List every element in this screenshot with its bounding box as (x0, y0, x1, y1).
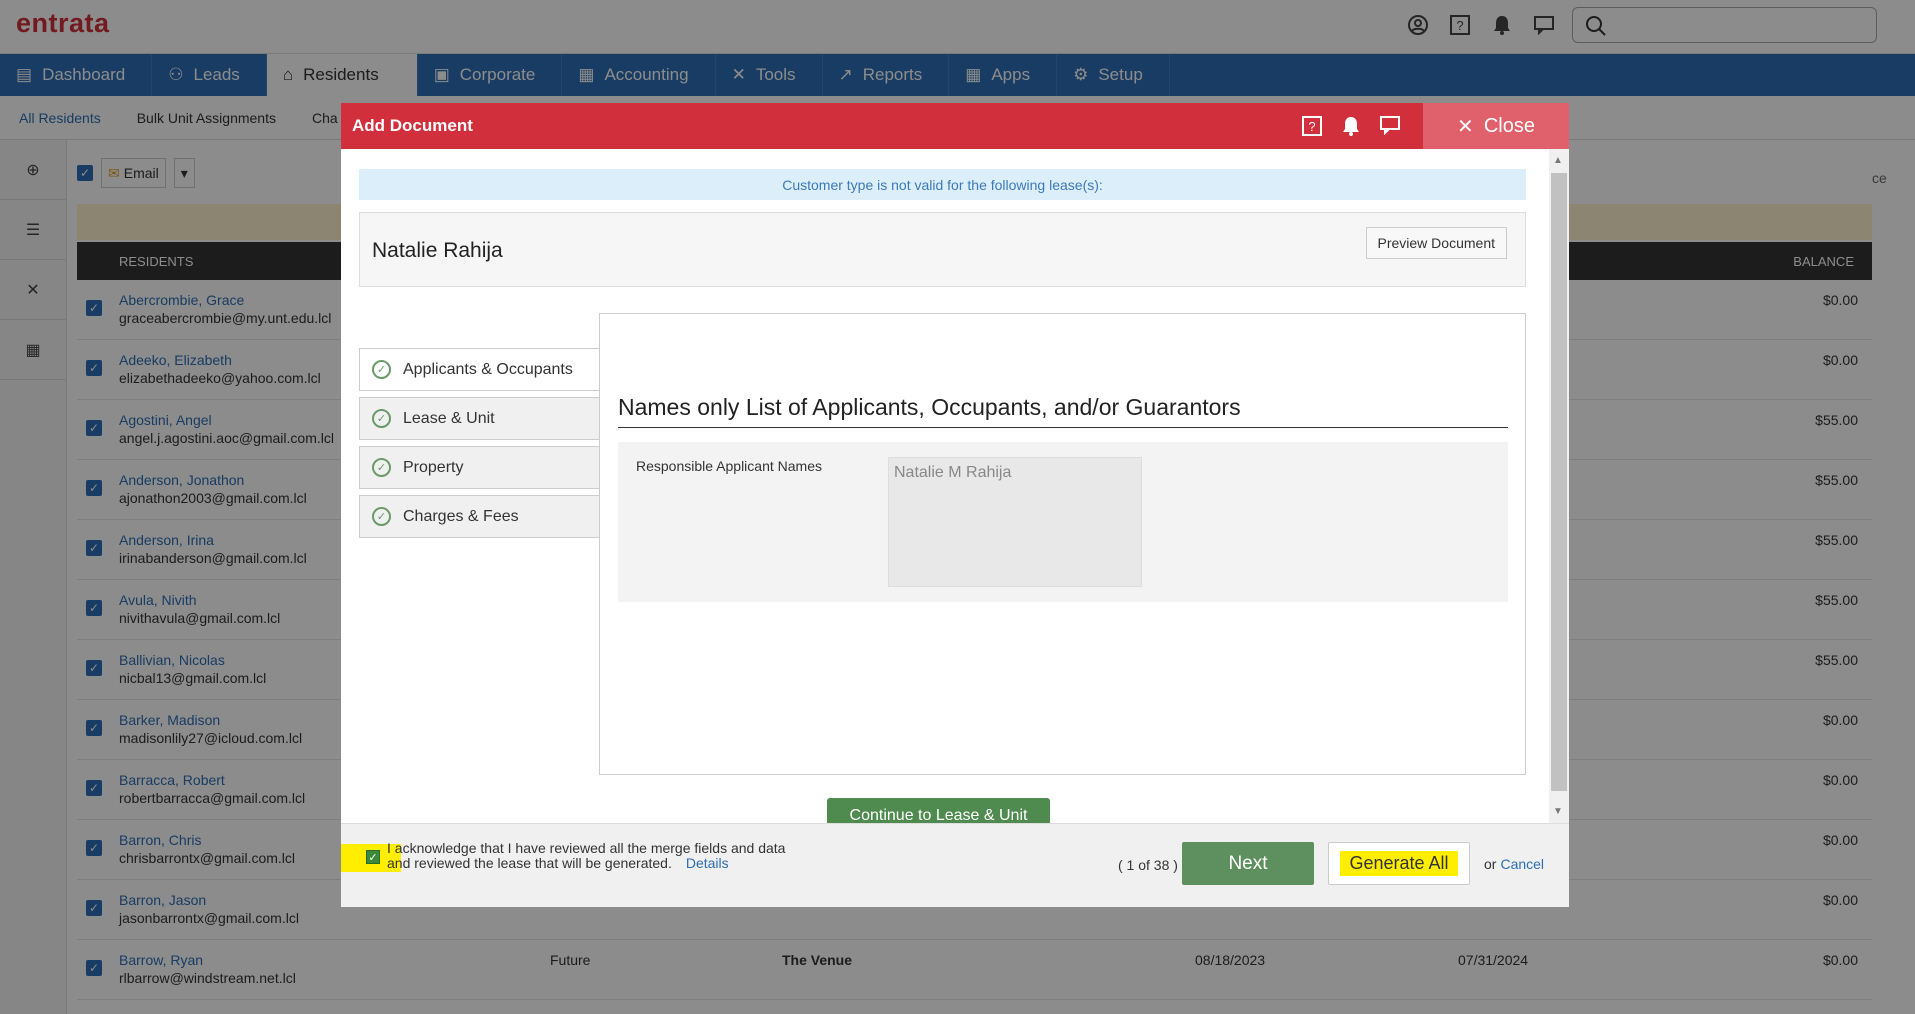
acknowledge-checkbox[interactable]: ✓ (366, 850, 380, 864)
check-circle-icon: ✓ (372, 458, 391, 477)
section-title: Names only List of Applicants, Occupants… (618, 394, 1508, 428)
chat-icon[interactable] (1379, 115, 1401, 142)
notice-banner: Customer type is not valid for the follo… (359, 169, 1526, 200)
cancel-link[interactable]: Cancel (1500, 856, 1544, 872)
step-property[interactable]: ✓ Property (359, 446, 600, 489)
modal-body: Customer type is not valid for the follo… (341, 149, 1569, 823)
generate-all-button[interactable]: Generate All (1328, 842, 1470, 885)
modal-header: Add Document ? ✕ Close (341, 103, 1569, 149)
check-circle-icon: ✓ (372, 507, 391, 526)
step-panel: Names only List of Applicants, Occupants… (599, 313, 1526, 775)
scroll-down-icon[interactable]: ▼ (1553, 806, 1563, 817)
field-label: Responsible Applicant Names (636, 458, 822, 474)
modal-scrollbar[interactable]: ▲ ▼ (1549, 149, 1569, 823)
step-applicants-occupants[interactable]: ✓ Applicants & Occupants (359, 348, 600, 391)
check-circle-icon: ✓ (372, 409, 391, 428)
app: entrata ? ▤ Dashboard ⚇ Leads ⌂ Residents ▣… (0, 0, 1915, 1014)
step-lease-unit[interactable]: ✓ Lease & Unit (359, 397, 600, 440)
add-document-modal: Add Document ? ✕ Close Customer type is … (341, 103, 1569, 907)
modal-footer: ✓ I acknowledge that I have reviewed all… (341, 823, 1569, 907)
check-circle-icon: ✓ (372, 360, 391, 379)
acknowledge-text: I acknowledge that I have reviewed all t… (387, 840, 786, 871)
next-button[interactable]: Next (1182, 842, 1314, 885)
modal-title: Add Document (352, 116, 473, 135)
resident-name: Natalie Rahija (372, 239, 503, 262)
modal-header-icons: ? (1301, 115, 1401, 142)
bell-icon[interactable] (1341, 115, 1361, 142)
svg-text:?: ? (1308, 119, 1315, 134)
preview-document-button[interactable]: Preview Document (1365, 227, 1507, 259)
resident-name-box: Natalie Rahija Preview Document (359, 212, 1526, 287)
or-cancel: or Cancel (1484, 856, 1545, 872)
continue-button[interactable]: Continue to Lease & Unit (827, 798, 1050, 823)
scroll-up-icon[interactable]: ▲ (1553, 155, 1563, 166)
responsible-applicant-field: Responsible Applicant Names Natalie M Ra… (618, 442, 1508, 602)
close-button[interactable]: ✕ Close (1423, 103, 1569, 149)
step-list: ✓ Applicants & Occupants ✓ Lease & Unit ✓ P… (359, 348, 600, 544)
pager: ( 1 of 38 ) (1118, 857, 1178, 873)
scroll-thumb[interactable] (1551, 173, 1567, 791)
details-link[interactable]: Details (686, 855, 729, 871)
applicant-names-value[interactable]: Natalie M Rahija (888, 457, 1142, 587)
help-icon[interactable]: ? (1301, 115, 1323, 142)
step-charges-fees[interactable]: ✓ Charges & Fees (359, 495, 600, 538)
close-icon: ✕ (1457, 115, 1474, 138)
